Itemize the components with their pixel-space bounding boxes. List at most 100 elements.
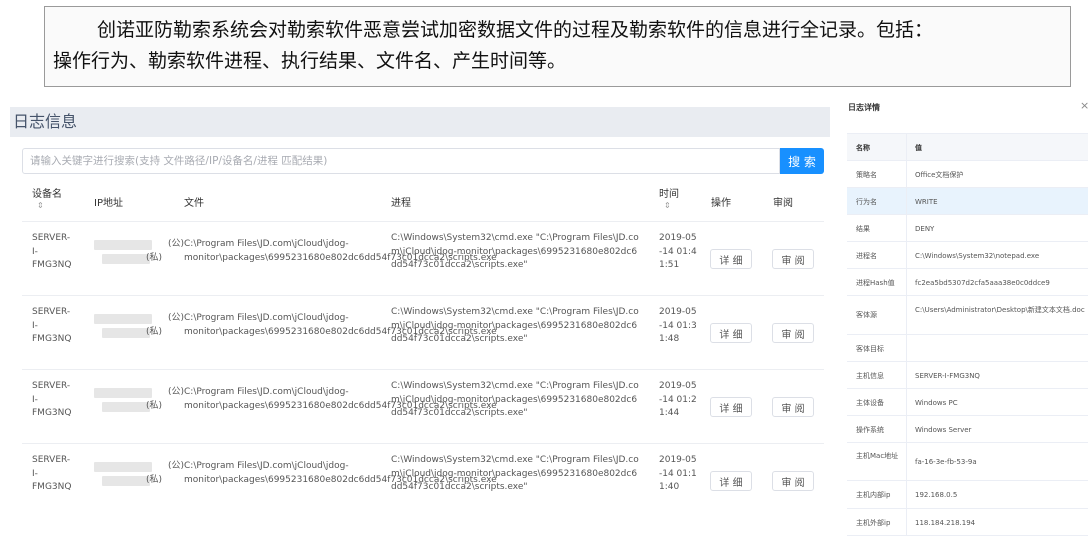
ip-private-tag: (私)	[145, 326, 162, 337]
cell-file: C:\Program Files\JD.com\jCloud\jdog-moni…	[184, 313, 497, 337]
ip-private-redacted	[102, 253, 150, 264]
column-divider	[906, 443, 907, 480]
detail-value: 118.184.218.194	[915, 519, 976, 527]
detail-value: 192.168.0.5	[915, 491, 958, 499]
column-divider	[906, 335, 907, 361]
detail-row-result: 结果 DENY	[847, 215, 1088, 242]
ip-public-tag: (公)	[167, 313, 184, 323]
detail-value: WRITE	[915, 198, 938, 206]
detail-button[interactable]: 详 细	[710, 471, 752, 491]
cell-ip: (公) (私)	[94, 238, 184, 265]
detail-key: 客体目标	[856, 345, 884, 353]
review-button[interactable]: 审 阅	[772, 397, 814, 417]
column-divider	[906, 481, 907, 508]
detail-key: 行为名	[856, 198, 877, 206]
detail-value: fc2ea5bd5307d2cfa5aaa38e0c0ddce9	[915, 279, 1050, 287]
column-review: 审阅	[773, 198, 793, 209]
detail-header-value: 值	[915, 144, 922, 152]
cell-time: 2019-05-14 01:41:51	[659, 233, 697, 270]
column-divider	[906, 269, 907, 295]
detail-row-device: 主体设备 Windows PC	[847, 389, 1088, 416]
column-divider	[906, 389, 907, 415]
cell-time: 2019-05-14 01:31:48	[659, 307, 697, 344]
review-button[interactable]: 审 阅	[772, 471, 814, 491]
detail-row-behavior: 行为名 WRITE	[847, 188, 1088, 215]
detail-button[interactable]: 详 细	[710, 323, 752, 343]
table-row[interactable]: SERVER-I-FMG3NQ (公) (私) C:\Program Files…	[22, 443, 824, 517]
table-row[interactable]: SERVER-I-FMG3NQ (公) (私) C:\Program Files…	[22, 221, 824, 295]
cell-time: 2019-05-14 01:21:44	[659, 381, 697, 418]
detail-table-header: 名称 值	[847, 134, 1088, 161]
ip-private-redacted	[102, 401, 150, 412]
search-input[interactable]	[22, 148, 780, 174]
ip-private-tag: (私)	[145, 400, 162, 411]
column-action: 操作	[711, 198, 731, 209]
column-device[interactable]: 设备名 ⇕	[32, 185, 62, 210]
column-divider	[906, 188, 907, 214]
ip-public-redacted	[94, 240, 152, 250]
column-time[interactable]: 时间 ⇕	[659, 185, 679, 210]
detail-value: Windows PC	[915, 399, 958, 407]
ip-public-redacted	[94, 462, 152, 472]
ip-private-redacted	[102, 327, 150, 338]
detail-key: 主机外部ip	[856, 519, 891, 527]
detail-row-source: 客体源 C:\Users\Administrator\Desktop\新建文本文…	[847, 296, 1088, 335]
cell-ip: (公) (私)	[94, 312, 184, 339]
detail-row-target: 客体目标	[847, 335, 1088, 362]
cell-ip: (公) (私)	[94, 460, 184, 487]
detail-key: 结果	[856, 225, 870, 233]
detail-key: 主机内部ip	[856, 491, 891, 499]
detail-value: Office文档保护	[915, 171, 964, 179]
review-button[interactable]: 审 阅	[772, 323, 814, 343]
cell-device: SERVER-I-FMG3NQ	[32, 455, 72, 492]
column-divider	[906, 296, 907, 334]
cell-process: C:\Windows\System32\cmd.exe "C:\Program …	[391, 455, 639, 492]
ip-private-tag: (私)	[145, 252, 162, 263]
column-divider	[906, 242, 907, 268]
detail-key: 主机信息	[856, 372, 884, 380]
table-row[interactable]: SERVER-I-FMG3NQ (公) (私) C:\Program Files…	[22, 295, 824, 369]
sort-icon[interactable]: ⇕	[37, 202, 62, 210]
cell-time: 2019-05-14 01:11:40	[659, 455, 697, 492]
column-time-label: 时间	[659, 189, 679, 200]
detail-button[interactable]: 详 细	[710, 249, 752, 269]
ip-public-tag: (公)	[167, 239, 184, 249]
detail-value: DENY	[915, 225, 935, 233]
cell-ip: (公) (私)	[94, 386, 184, 413]
column-file: 文件	[184, 198, 204, 209]
table-header: 设备名 ⇕ IP地址 文件 进程 时间 ⇕ 操作 审阅	[22, 183, 824, 221]
detail-row-os: 操作系统 Windows Server	[847, 416, 1088, 443]
ip-private-redacted	[102, 475, 150, 486]
log-detail-panel: 日志详情 × 名称 值 策略名 Office文档保护 行为名 WRITE 结果 …	[839, 93, 1089, 539]
log-panel-body: 搜 索 设备名 ⇕ IP地址 文件 进程 时间 ⇕ 操作 审阅 SERVER-I…	[10, 137, 830, 539]
caption-line-1: 创诺亚防勒索系统会对勒索软件恶意尝试加密数据文件的过程及勒索软件的信息进行全记录…	[97, 19, 934, 41]
search-bar: 搜 索	[22, 148, 824, 174]
detail-key: 进程Hash值	[856, 279, 895, 287]
table-row[interactable]: SERVER-I-FMG3NQ (公) (私) C:\Program Files…	[22, 369, 824, 443]
review-button[interactable]: 审 阅	[772, 249, 814, 269]
cell-file: C:\Program Files\JD.com\jCloud\jdog-moni…	[184, 239, 497, 263]
detail-header-key: 名称	[856, 144, 870, 152]
ip-public-redacted	[94, 388, 152, 398]
ip-private-tag: (私)	[145, 474, 162, 485]
close-icon[interactable]: ×	[1080, 99, 1089, 112]
sort-icon[interactable]: ⇕	[664, 202, 679, 210]
ip-public-tag: (公)	[167, 461, 184, 471]
detail-row-hash: 进程Hash值 fc2ea5bd5307d2cfa5aaa38e0c0ddce9	[847, 269, 1088, 296]
cell-device: SERVER-I-FMG3NQ	[32, 307, 72, 344]
search-button[interactable]: 搜 索	[780, 148, 824, 174]
column-process: 进程	[391, 198, 411, 209]
detail-key: 主体设备	[856, 399, 884, 407]
cell-device: SERVER-I-FMG3NQ	[32, 233, 72, 270]
detail-row-process: 进程名 C:\Windows\System32\notepad.exe	[847, 242, 1088, 269]
cell-process: C:\Windows\System32\cmd.exe "C:\Program …	[391, 307, 639, 344]
detail-title: 日志详情	[848, 103, 880, 112]
log-panel-title: 日志信息	[10, 107, 830, 137]
column-divider	[906, 215, 907, 241]
detail-button[interactable]: 详 细	[710, 397, 752, 417]
log-panel: 日志信息 搜 索 设备名 ⇕ IP地址 文件 进程 时间 ⇕ 操作 审阅 SER…	[10, 107, 830, 539]
detail-row-host: 主机信息 SERVER-I-FMG3NQ	[847, 362, 1088, 389]
caption-box: 创诺亚防勒索系统会对勒索软件恶意尝试加密数据文件的过程及勒索软件的信息进行全记录…	[44, 6, 1071, 87]
column-device-label: 设备名	[32, 189, 62, 200]
detail-row-policy: 策略名 Office文档保护	[847, 161, 1088, 188]
